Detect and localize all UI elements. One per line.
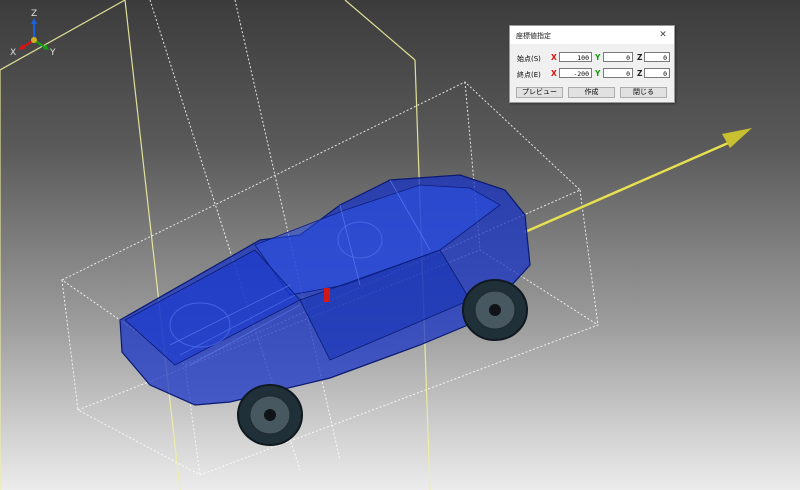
- scene-canvas: [0, 0, 752, 490]
- start-y-label: Y: [595, 53, 601, 62]
- 3d-viewport[interactable]: Z X Y 座標値指定 ✕ 始点(S) X 100 Y 0 Z 0 終点(E) …: [0, 0, 800, 490]
- end-x-field[interactable]: -200: [559, 68, 592, 78]
- start-z-field[interactable]: 0: [644, 52, 670, 62]
- direction-arrow: [524, 128, 752, 234]
- wheel-rear: [237, 384, 303, 446]
- start-y-field[interactable]: 0: [603, 52, 633, 62]
- axis-z-label: Z: [31, 9, 37, 19]
- end-y-label: Y: [595, 69, 601, 78]
- axis-y-label: Y: [49, 48, 56, 56]
- close-button[interactable]: 閉じる: [620, 87, 667, 98]
- dialog-titlebar[interactable]: 座標値指定 ✕: [510, 26, 674, 44]
- create-button[interactable]: 作成: [568, 87, 615, 98]
- end-z-label: Z: [637, 69, 643, 78]
- coordinate-dialog: 座標値指定 ✕ 始点(S) X 100 Y 0 Z 0 終点(E) X -200…: [509, 25, 675, 103]
- start-point-label: 始点(S): [517, 55, 541, 63]
- end-x-label: X: [551, 69, 557, 78]
- preview-button[interactable]: プレビュー: [516, 87, 563, 98]
- dialog-title: 座標値指定: [516, 32, 551, 40]
- start-point-row: 始点(S) X 100 Y 0 Z 0: [510, 52, 674, 64]
- axis-triad-icon: Z X Y: [8, 6, 68, 58]
- wheel-front: [462, 279, 528, 341]
- start-x-label: X: [551, 53, 557, 62]
- end-z-field[interactable]: 0: [644, 68, 670, 78]
- start-x-field[interactable]: 100: [559, 52, 592, 62]
- end-y-field[interactable]: 0: [603, 68, 633, 78]
- start-z-label: Z: [637, 53, 643, 62]
- end-point-label: 終点(E): [517, 71, 541, 79]
- close-icon[interactable]: ✕: [657, 29, 669, 41]
- axis-x-label: X: [10, 48, 16, 56]
- end-point-row: 終点(E) X -200 Y 0 Z 0: [510, 68, 674, 80]
- vehicle-model: [119, 174, 531, 406]
